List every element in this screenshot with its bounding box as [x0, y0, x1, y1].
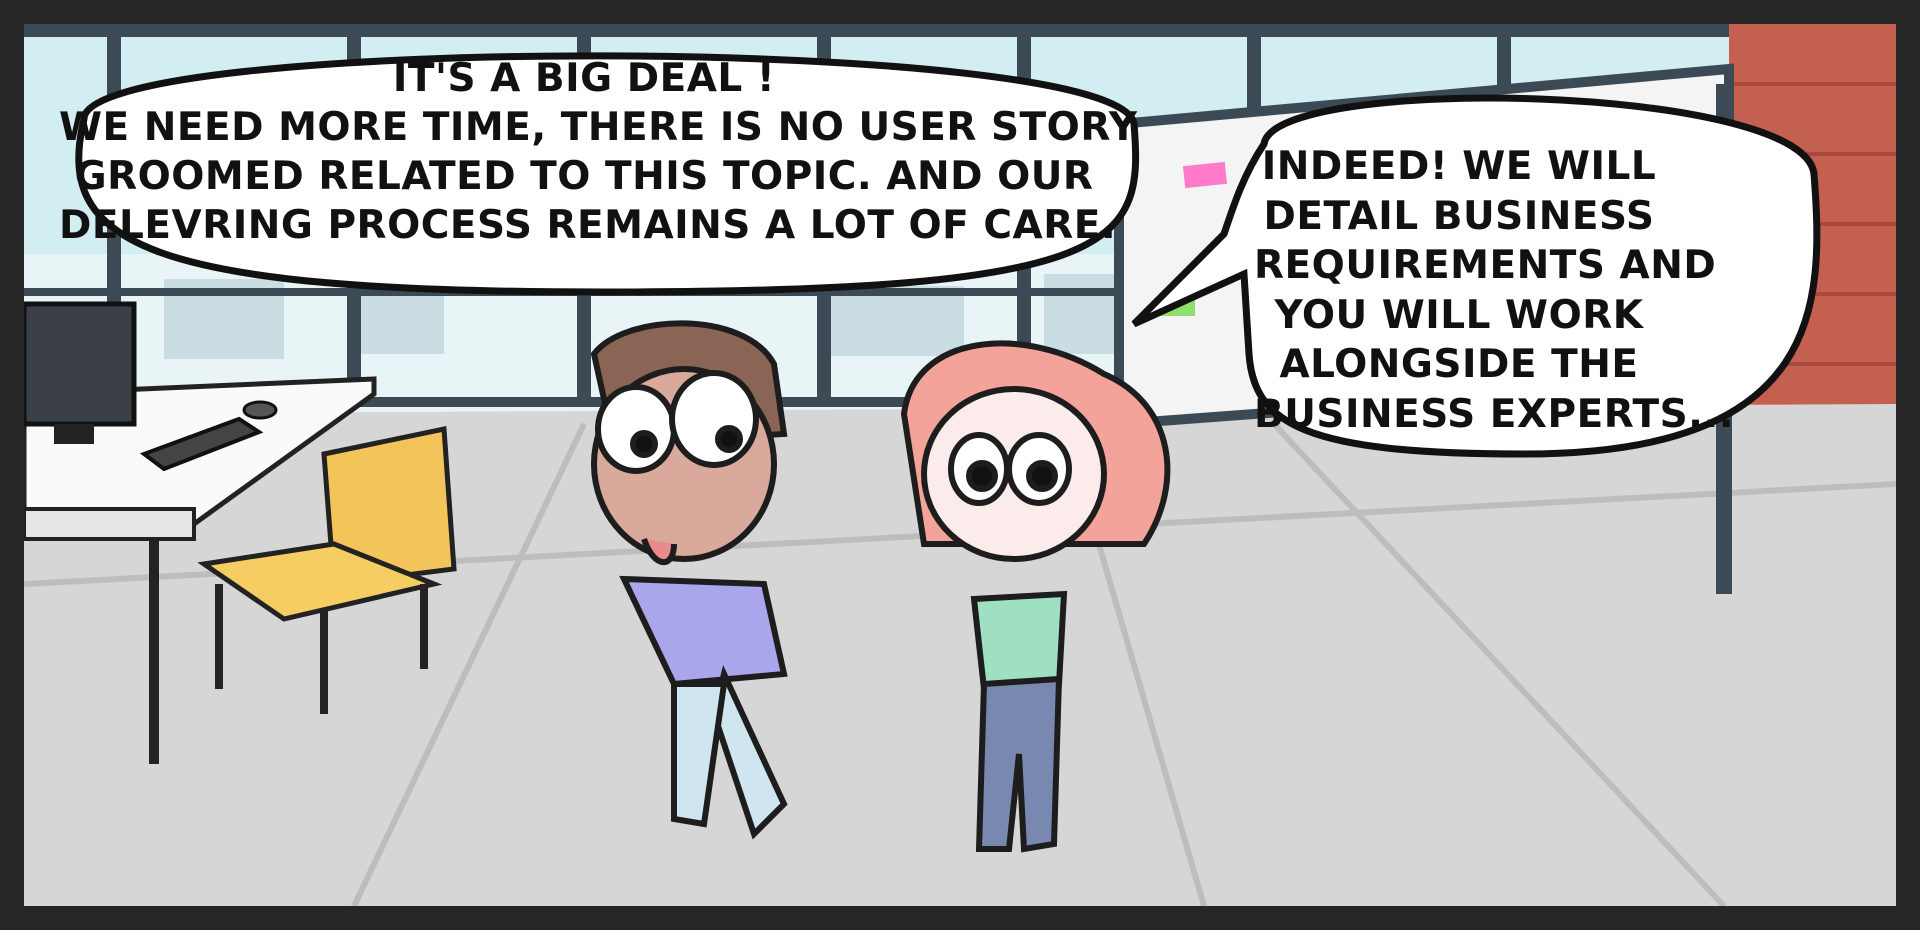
left-speech-line-2: WE NEED MORE TIME, THERE IS NO USER STOR…	[59, 105, 1138, 150]
right-speech-text: INDEED! WE WILL DETAIL BUSINESS REQUIREM…	[1254, 142, 1735, 439]
right-speech-line-3: REQUIREMENTS AND	[1254, 243, 1717, 288]
comic-panel: IT'S A BIG DEAL ! WE NEED MORE TIME, THE…	[24, 24, 1896, 906]
left-speech-line-1: IT'S A BIG DEAL !	[392, 56, 776, 101]
left-speech-line-4: DELEVRING PROCESS REMAINS A LOT OF CARE.	[59, 203, 1117, 248]
left-speech-line-3: GROOMED RELATED TO THIS TOPIC. AND OUR	[74, 154, 1094, 199]
right-speech-line-5: ALONGSIDE THE	[1279, 342, 1639, 387]
left-speech-text: IT'S A BIG DEAL ! WE NEED MORE TIME, THE…	[59, 54, 1138, 250]
computer-monitor-icon	[24, 301, 137, 444]
mouse-icon	[242, 400, 278, 420]
right-speech-line-1: INDEED! WE WILL	[1261, 144, 1657, 189]
right-speech-line-6: BUSINESS EXPERTS...	[1254, 391, 1735, 437]
right-speech-line-2: DETAIL BUSINESS	[1263, 193, 1655, 239]
right-speech-line-4: YOU WILL WORK	[1274, 292, 1644, 338]
